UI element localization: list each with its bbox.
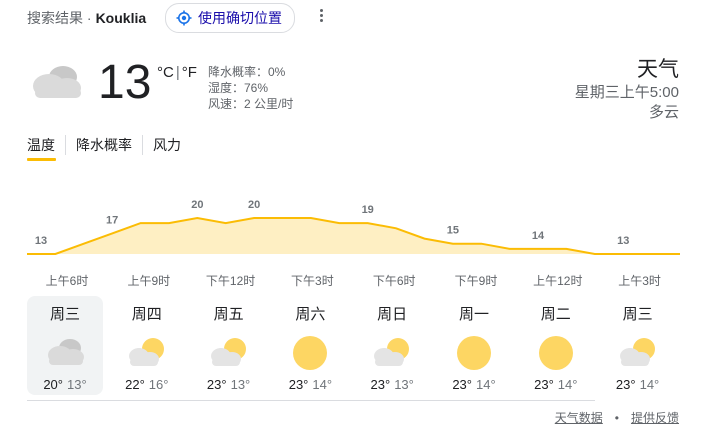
tab-temperature[interactable]: 温度 [27,135,65,155]
forecast-temps: 23° 14° [518,377,594,393]
chart-x-label: 下午12时 [205,274,256,288]
footer: 天气数据 • 提供反馈 [555,409,679,426]
chart-x-label: 下午9时 [454,274,498,288]
breadcrumb: 搜索结果 · Kouklia [27,6,146,30]
sunny-icon [452,335,496,371]
weather-title: 天气 [637,58,679,81]
unit-separator: | [175,64,180,81]
forecast-temps: 20° 13° [27,377,103,393]
forecast-day-name: 周三 [49,306,80,323]
chart-x-label: 上午6时 [45,274,89,288]
forecast-low: 16° [148,377,169,392]
forecast-day[interactable]: 周日 23° 13° [354,296,430,395]
forecast-low: 14° [557,377,578,392]
forecast-temps: 23° 14° [600,377,676,393]
forecast-low: 14° [312,377,333,392]
chart-tabs: 温度 降水概率 风力 [27,135,191,155]
forecast-low: 14° [476,377,496,392]
cloudy-icon [43,335,87,371]
forecast-temps: 23° 13° [354,377,430,393]
chart-x-label: 上午9时 [127,274,171,288]
footer-separator: • [614,410,619,425]
weather-data-link[interactable]: 天气数据 [555,409,603,426]
weather-datetime: 星期三上午5:00 [574,84,679,101]
forecast-high: 23° [288,377,309,392]
forecast-day[interactable]: 周三 23° 14° [600,296,676,395]
more-options-icon[interactable] [318,9,324,27]
wind-speed: 风速：2 公里/时 [208,97,294,111]
fahrenheit-toggle[interactable]: °F [182,64,197,81]
chart-x-label: 上午3时 [618,274,661,288]
forecast-day-name: 周五 [213,306,244,323]
forecast-low: 13° [67,377,87,392]
forecast-day-name: 周一 [458,306,489,323]
temperature-point-label: 20 [248,199,260,211]
forecast-day-name: 周四 [131,306,162,323]
chart-x-label: 上午12时 [533,274,583,288]
forecast-low: 13° [230,377,251,392]
forecast-day[interactable]: 周二 23° 14° [518,296,594,395]
sunny-icon [534,335,578,371]
forecast-day[interactable]: 周六 23° 14° [272,296,348,395]
unit-switch: °C | °F [157,64,197,81]
celsius-toggle[interactable]: °C [157,64,174,81]
chart-x-label: 下午3时 [291,274,334,288]
partly-cloudy-icon [125,335,169,371]
daily-forecast: 周三 20° 13° 周四 22° 16° 周五 23° 13° 周六 23° 14° 周日 23° 13°… [27,296,687,396]
forecast-day-name: 周六 [295,306,326,323]
location-name: Kouklia [95,10,147,26]
use-precise-location-button[interactable]: 使用确切位置 [165,3,295,33]
forecast-high: 23° [370,377,391,392]
breadcrumb-label: 搜索结果 · [27,10,92,26]
weather-summary: 天气 星期三上午5:00 多云 [575,57,679,123]
feedback-link[interactable]: 提供反馈 [631,409,679,426]
tab-precipitation[interactable]: 降水概率 [65,135,142,155]
use-precise-location-label: 使用确切位置 [198,10,282,26]
location-target-icon [176,10,192,26]
forecast-day[interactable]: 周三 20° 13° [27,296,103,395]
temperature-point-label: 19 [362,204,374,216]
forecast-high: 20° [43,377,63,392]
temperature-point-label: 20 [191,199,203,211]
temperature-chart: 13 17 20 20 19 15 14 13 [27,199,680,255]
forecast-high: 23° [206,377,227,392]
forecast-day-name: 周三 [622,306,653,323]
forecast-temps: 23° 13° [191,377,267,393]
partly-cloudy-icon [370,335,414,371]
current-details: 降水概率：0% 湿度：76% 风速：2 公里/时 [208,64,293,112]
chart-x-label: 下午6时 [372,274,416,288]
forecast-temps: 23° 14° [436,377,512,393]
cloudy-icon [27,60,85,109]
active-tab-indicator [27,158,56,161]
temperature-point-label: 17 [106,214,118,226]
humidity: 湿度：76% [208,81,269,95]
temperature-point-label: 14 [532,230,545,242]
forecast-high: 22° [125,377,145,392]
partly-cloudy-icon [616,335,660,371]
temperature-point-label: 13 [35,235,47,247]
forecast-low: 13° [394,377,414,392]
forecast-temps: 23° 14° [272,377,348,393]
forecast-day[interactable]: 周四 22° 16° [109,296,185,395]
temperature-point-label: 15 [447,225,459,237]
footer-divider [27,400,595,401]
current-temperature: 13 [98,56,152,109]
forecast-high: 23° [615,377,636,392]
forecast-high: 23° [452,377,472,392]
tab-wind[interactable]: 风力 [142,135,191,155]
forecast-day-name: 周二 [540,306,571,323]
weather-condition: 多云 [648,104,679,121]
sunny-icon [288,335,332,371]
forecast-high: 23° [534,377,554,392]
forecast-day[interactable]: 周五 23° 13° [191,296,267,395]
temperature-point-label: 13 [617,235,629,247]
forecast-day-name: 周日 [377,306,408,323]
forecast-temps: 22° 16° [109,377,185,393]
forecast-low: 14° [639,377,660,392]
partly-cloudy-icon [207,335,251,371]
precipitation-chance: 降水概率：0% [208,65,286,79]
forecast-day[interactable]: 周一 23° 14° [436,296,512,395]
